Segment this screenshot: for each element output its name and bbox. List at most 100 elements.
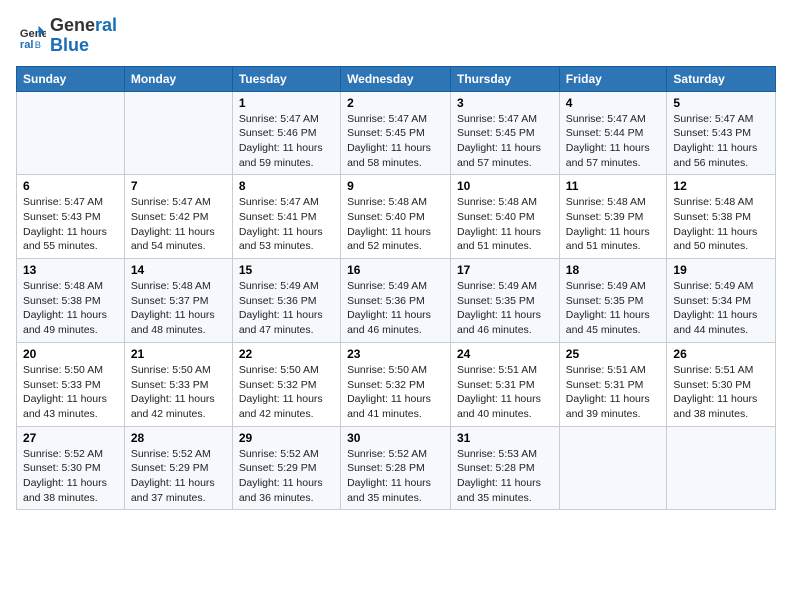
- day-cell: 30 Sunrise: 5:52 AMSunset: 5:28 PMDayligh…: [341, 426, 451, 510]
- day-info: Sunrise: 5:48 AMSunset: 5:38 PMDaylight:…: [23, 279, 118, 338]
- day-number: 2: [347, 96, 444, 110]
- day-cell: 31 Sunrise: 5:53 AMSunset: 5:28 PMDayligh…: [451, 426, 560, 510]
- day-number: 31: [457, 431, 553, 445]
- svg-text:B: B: [35, 40, 41, 50]
- day-number: 18: [566, 263, 661, 277]
- day-cell: 29 Sunrise: 5:52 AMSunset: 5:29 PMDayligh…: [232, 426, 340, 510]
- day-number: 9: [347, 179, 444, 193]
- logo-text: General Blue: [50, 16, 117, 56]
- day-number: 29: [239, 431, 334, 445]
- calendar-body: 1 Sunrise: 5:47 AMSunset: 5:46 PMDaylight…: [17, 91, 776, 510]
- day-cell: 7Sunrise: 5:47 AMSunset: 5:42 PMDaylight…: [124, 175, 232, 259]
- day-info: Sunrise: 5:50 AMSunset: 5:33 PMDaylight:…: [23, 363, 118, 422]
- day-cell: [17, 91, 125, 175]
- week-row-3: 13 Sunrise: 5:48 AMSunset: 5:38 PMDayligh…: [17, 259, 776, 343]
- day-number: 5: [673, 96, 769, 110]
- day-info: Sunrise: 5:52 AMSunset: 5:30 PMDaylight:…: [23, 447, 118, 506]
- calendar-table: SundayMondayTuesdayWednesdayThursdayFrid…: [16, 66, 776, 511]
- day-cell: 18Sunrise: 5:49 AMSunset: 5:35 PMDayligh…: [559, 259, 667, 343]
- day-number: 16: [347, 263, 444, 277]
- week-row-2: 6Sunrise: 5:47 AMSunset: 5:43 PMDaylight…: [17, 175, 776, 259]
- day-cell: 15 Sunrise: 5:49 AMSunset: 5:36 PMDayligh…: [232, 259, 340, 343]
- day-info: Sunrise: 5:53 AMSunset: 5:28 PMDaylight:…: [457, 447, 553, 506]
- day-info: Sunrise: 5:47 AMSunset: 5:43 PMDaylight:…: [673, 112, 769, 171]
- day-cell: 3Sunrise: 5:47 AMSunset: 5:45 PMDaylight…: [451, 91, 560, 175]
- day-cell: 20 Sunrise: 5:50 AMSunset: 5:33 PMDayligh…: [17, 342, 125, 426]
- week-row-1: 1 Sunrise: 5:47 AMSunset: 5:46 PMDaylight…: [17, 91, 776, 175]
- day-cell: 22 Sunrise: 5:50 AMSunset: 5:32 PMDayligh…: [232, 342, 340, 426]
- day-number: 17: [457, 263, 553, 277]
- day-number: 28: [131, 431, 226, 445]
- day-info: Sunrise: 5:49 AMSunset: 5:36 PMDaylight:…: [347, 279, 444, 338]
- day-cell: 12 Sunrise: 5:48 AMSunset: 5:38 PMDayligh…: [667, 175, 776, 259]
- day-info: Sunrise: 5:50 AMSunset: 5:32 PMDaylight:…: [347, 363, 444, 422]
- day-cell: 24Sunrise: 5:51 AMSunset: 5:31 PMDayligh…: [451, 342, 560, 426]
- day-cell: 10 Sunrise: 5:48 AMSunset: 5:40 PMDayligh…: [451, 175, 560, 259]
- week-row-4: 20 Sunrise: 5:50 AMSunset: 5:33 PMDayligh…: [17, 342, 776, 426]
- day-cell: 9 Sunrise: 5:48 AMSunset: 5:40 PMDaylight…: [341, 175, 451, 259]
- calendar-header: SundayMondayTuesdayWednesdayThursdayFrid…: [17, 66, 776, 91]
- day-info: Sunrise: 5:50 AMSunset: 5:33 PMDaylight:…: [131, 363, 226, 422]
- day-cell: 23 Sunrise: 5:50 AMSunset: 5:32 PMDayligh…: [341, 342, 451, 426]
- svg-text:ral: ral: [20, 39, 34, 50]
- day-info: Sunrise: 5:51 AMSunset: 5:31 PMDaylight:…: [457, 363, 553, 422]
- day-info: Sunrise: 5:50 AMSunset: 5:32 PMDaylight:…: [239, 363, 334, 422]
- day-cell: [559, 426, 667, 510]
- logo-icon: Gene ral B: [18, 22, 46, 50]
- day-number: 27: [23, 431, 118, 445]
- day-cell: 25Sunrise: 5:51 AMSunset: 5:31 PMDayligh…: [559, 342, 667, 426]
- header-cell-saturday: Saturday: [667, 66, 776, 91]
- day-info: Sunrise: 5:47 AMSunset: 5:46 PMDaylight:…: [239, 112, 334, 171]
- day-number: 15: [239, 263, 334, 277]
- day-number: 4: [566, 96, 661, 110]
- day-number: 12: [673, 179, 769, 193]
- day-cell: 21 Sunrise: 5:50 AMSunset: 5:33 PMDayligh…: [124, 342, 232, 426]
- day-number: 26: [673, 347, 769, 361]
- day-number: 25: [566, 347, 661, 361]
- day-cell: 1 Sunrise: 5:47 AMSunset: 5:46 PMDaylight…: [232, 91, 340, 175]
- day-number: 23: [347, 347, 444, 361]
- day-number: 11: [566, 179, 661, 193]
- day-cell: 16 Sunrise: 5:49 AMSunset: 5:36 PMDayligh…: [341, 259, 451, 343]
- day-cell: 26 Sunrise: 5:51 AMSunset: 5:30 PMDayligh…: [667, 342, 776, 426]
- day-info: Sunrise: 5:48 AMSunset: 5:39 PMDaylight:…: [566, 195, 661, 254]
- day-cell: 14Sunrise: 5:48 AMSunset: 5:37 PMDayligh…: [124, 259, 232, 343]
- day-info: Sunrise: 5:47 AMSunset: 5:45 PMDaylight:…: [347, 112, 444, 171]
- day-info: Sunrise: 5:49 AMSunset: 5:35 PMDaylight:…: [457, 279, 553, 338]
- day-info: Sunrise: 5:52 AMSunset: 5:28 PMDaylight:…: [347, 447, 444, 506]
- day-info: Sunrise: 5:52 AMSunset: 5:29 PMDaylight:…: [131, 447, 226, 506]
- day-info: Sunrise: 5:49 AMSunset: 5:34 PMDaylight:…: [673, 279, 769, 338]
- day-number: 20: [23, 347, 118, 361]
- day-info: Sunrise: 5:48 AMSunset: 5:40 PMDaylight:…: [457, 195, 553, 254]
- week-row-5: 27 Sunrise: 5:52 AMSunset: 5:30 PMDayligh…: [17, 426, 776, 510]
- day-info: Sunrise: 5:48 AMSunset: 5:38 PMDaylight:…: [673, 195, 769, 254]
- day-number: 10: [457, 179, 553, 193]
- header-cell-sunday: Sunday: [17, 66, 125, 91]
- day-cell: [667, 426, 776, 510]
- day-info: Sunrise: 5:48 AMSunset: 5:40 PMDaylight:…: [347, 195, 444, 254]
- day-cell: 4 Sunrise: 5:47 AMSunset: 5:44 PMDaylight…: [559, 91, 667, 175]
- day-number: 19: [673, 263, 769, 277]
- day-number: 21: [131, 347, 226, 361]
- day-cell: [124, 91, 232, 175]
- day-info: Sunrise: 5:51 AMSunset: 5:30 PMDaylight:…: [673, 363, 769, 422]
- day-number: 30: [347, 431, 444, 445]
- day-cell: 19 Sunrise: 5:49 AMSunset: 5:34 PMDayligh…: [667, 259, 776, 343]
- day-info: Sunrise: 5:49 AMSunset: 5:36 PMDaylight:…: [239, 279, 334, 338]
- day-info: Sunrise: 5:47 AMSunset: 5:41 PMDaylight:…: [239, 195, 334, 254]
- header: Gene ral B General Blue: [16, 16, 776, 56]
- day-number: 1: [239, 96, 334, 110]
- day-number: 13: [23, 263, 118, 277]
- day-info: Sunrise: 5:47 AMSunset: 5:44 PMDaylight:…: [566, 112, 661, 171]
- day-info: Sunrise: 5:47 AMSunset: 5:45 PMDaylight:…: [457, 112, 553, 171]
- day-info: Sunrise: 5:48 AMSunset: 5:37 PMDaylight:…: [131, 279, 226, 338]
- day-number: 22: [239, 347, 334, 361]
- day-cell: 5 Sunrise: 5:47 AMSunset: 5:43 PMDaylight…: [667, 91, 776, 175]
- day-info: Sunrise: 5:47 AMSunset: 5:43 PMDaylight:…: [23, 195, 118, 254]
- day-number: 8: [239, 179, 334, 193]
- day-cell: 17 Sunrise: 5:49 AMSunset: 5:35 PMDayligh…: [451, 259, 560, 343]
- day-cell: 27 Sunrise: 5:52 AMSunset: 5:30 PMDayligh…: [17, 426, 125, 510]
- day-info: Sunrise: 5:52 AMSunset: 5:29 PMDaylight:…: [239, 447, 334, 506]
- logo: Gene ral B General Blue: [16, 16, 117, 56]
- day-cell: 2 Sunrise: 5:47 AMSunset: 5:45 PMDaylight…: [341, 91, 451, 175]
